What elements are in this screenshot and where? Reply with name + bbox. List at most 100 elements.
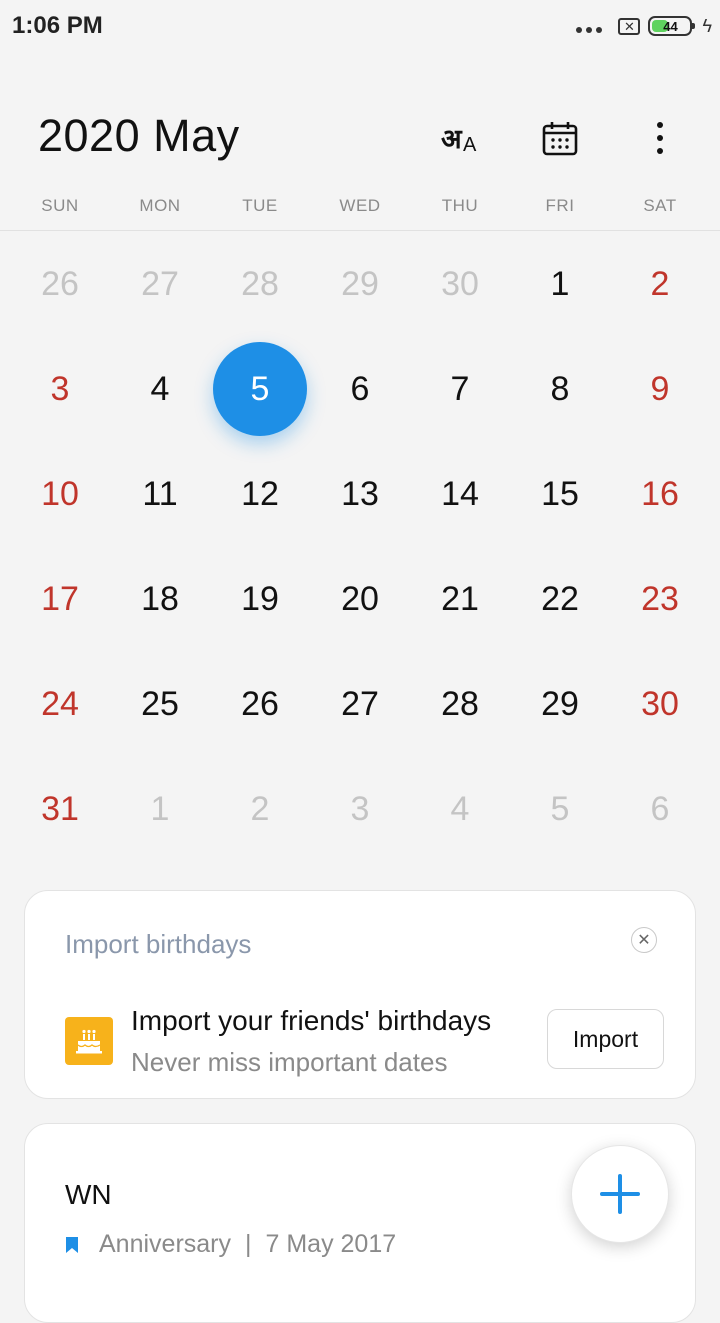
month-label: May: [153, 110, 240, 161]
day-number: 7: [450, 370, 470, 408]
calendar-day[interactable]: 20: [310, 547, 410, 652]
calendar-day-selected[interactable]: 5: [210, 337, 310, 442]
calendar-day[interactable]: 29: [510, 652, 610, 757]
add-event-button[interactable]: [571, 1145, 669, 1243]
calendar-day[interactable]: 4: [110, 337, 210, 442]
calendar-day[interactable]: 3: [10, 337, 110, 442]
day-number: 31: [41, 790, 79, 828]
day-number: 27: [341, 685, 379, 723]
day-number: 4: [150, 370, 170, 408]
calendar-day[interactable]: 2: [210, 757, 310, 862]
calendar-day[interactable]: 27: [310, 652, 410, 757]
page-title[interactable]: 2020 May: [38, 110, 240, 162]
calendar-day[interactable]: 3: [310, 757, 410, 862]
day-number: 30: [441, 265, 479, 303]
plus-icon: [600, 1174, 640, 1214]
import-button[interactable]: Import: [547, 1009, 664, 1069]
day-number: 1: [150, 790, 170, 828]
close-icon[interactable]: ✕: [631, 927, 657, 953]
calendar-day[interactable]: 17: [10, 547, 110, 652]
day-number: 26: [41, 265, 79, 303]
calendar-day[interactable]: 13: [310, 442, 410, 547]
calendar-day[interactable]: 24: [10, 652, 110, 757]
calendar-day[interactable]: 6: [310, 337, 410, 442]
day-number: 18: [141, 580, 179, 618]
battery-level: 44: [663, 18, 678, 34]
day-number: 2: [250, 790, 270, 828]
calendar-day[interactable]: 6: [610, 757, 710, 862]
calendar-day[interactable]: 29: [310, 232, 410, 337]
month-grid: 26 27 28 29 30 1 2 3 4 5 6 7 8 9 10 11 1…: [10, 232, 710, 862]
calendar-day[interactable]: 9: [610, 337, 710, 442]
day-number: 5: [250, 370, 270, 408]
day-number: 29: [541, 685, 579, 723]
calendar-header: 2020 May अ A: [0, 100, 720, 180]
calendar-today-icon[interactable]: [534, 112, 586, 164]
calendar-day[interactable]: 7: [410, 337, 510, 442]
calendar-day[interactable]: 1: [510, 232, 610, 337]
day-number: 10: [41, 475, 79, 513]
event-title: WN: [65, 1179, 112, 1210]
calendar-day[interactable]: 26: [10, 232, 110, 337]
day-number: 20: [341, 580, 379, 618]
day-number: 22: [541, 580, 579, 618]
import-subtitle: Never miss important dates: [131, 1047, 448, 1077]
calendar-day[interactable]: 14: [410, 442, 510, 547]
hindi-language-icon[interactable]: अ A: [435, 112, 487, 164]
day-number: 26: [241, 685, 279, 723]
weekday-label: FRI: [545, 196, 575, 215]
battery-icon: 44: [648, 16, 696, 36]
calendar-day[interactable]: 27: [110, 232, 210, 337]
day-number: 12: [241, 475, 279, 513]
calendar-day[interactable]: 15: [510, 442, 610, 547]
status-time: 1:06 PM: [12, 12, 103, 39]
event-meta: Anniversary | 7 May 2017: [65, 1230, 396, 1259]
day-number: 16: [641, 475, 679, 513]
calendar-day[interactable]: 12: [210, 442, 310, 547]
calendar-day[interactable]: 19: [210, 547, 310, 652]
calendar-day[interactable]: 30: [410, 232, 510, 337]
day-number: 21: [441, 580, 479, 618]
calendar-day[interactable]: 21: [410, 547, 510, 652]
calendar-day[interactable]: 10: [10, 442, 110, 547]
weekday-label: SAT: [643, 196, 677, 215]
day-number: 13: [341, 475, 379, 513]
calendar-day[interactable]: 11: [110, 442, 210, 547]
day-number: 24: [41, 685, 79, 723]
calendar-day[interactable]: 28: [410, 652, 510, 757]
calendar-day[interactable]: 18: [110, 547, 210, 652]
day-number: 17: [41, 580, 79, 618]
divider: [0, 230, 720, 231]
day-number: 9: [650, 370, 670, 408]
event-separator: |: [245, 1230, 252, 1258]
calendar-day[interactable]: 22: [510, 547, 610, 652]
calendar-day[interactable]: 31: [10, 757, 110, 862]
calendar-day[interactable]: 16: [610, 442, 710, 547]
calendar-day[interactable]: 2: [610, 232, 710, 337]
calendar-day[interactable]: 30: [610, 652, 710, 757]
weekday-label: TUE: [242, 196, 278, 215]
more-vertical-icon[interactable]: [634, 112, 686, 164]
calendar-day[interactable]: 28: [210, 232, 310, 337]
calendar-day[interactable]: 8: [510, 337, 610, 442]
calendar-day[interactable]: 5: [510, 757, 610, 862]
day-number: 19: [241, 580, 279, 618]
import-birthdays-card: Import birthdays ✕ Import your friends' …: [24, 890, 696, 1099]
day-number: 28: [241, 265, 279, 303]
event-type: Anniversary: [99, 1230, 231, 1258]
day-number: 8: [550, 370, 570, 408]
calendar-day[interactable]: 26: [210, 652, 310, 757]
day-number: 27: [141, 265, 179, 303]
day-number: 1: [550, 265, 570, 303]
calendar-day[interactable]: 1: [110, 757, 210, 862]
day-number: 3: [350, 790, 370, 828]
day-number: 25: [141, 685, 179, 723]
calendar-day[interactable]: 4: [410, 757, 510, 862]
calendar-day[interactable]: 25: [110, 652, 210, 757]
event-date: 7 May 2017: [265, 1230, 397, 1258]
calendar-day[interactable]: 23: [610, 547, 710, 652]
status-bar: 1:06 PM ✕ 44 ϟ: [0, 0, 720, 52]
charging-bolt-icon: ϟ: [702, 15, 712, 36]
no-sim-icon: ✕: [618, 17, 641, 35]
weekday-label: MON: [139, 196, 181, 215]
